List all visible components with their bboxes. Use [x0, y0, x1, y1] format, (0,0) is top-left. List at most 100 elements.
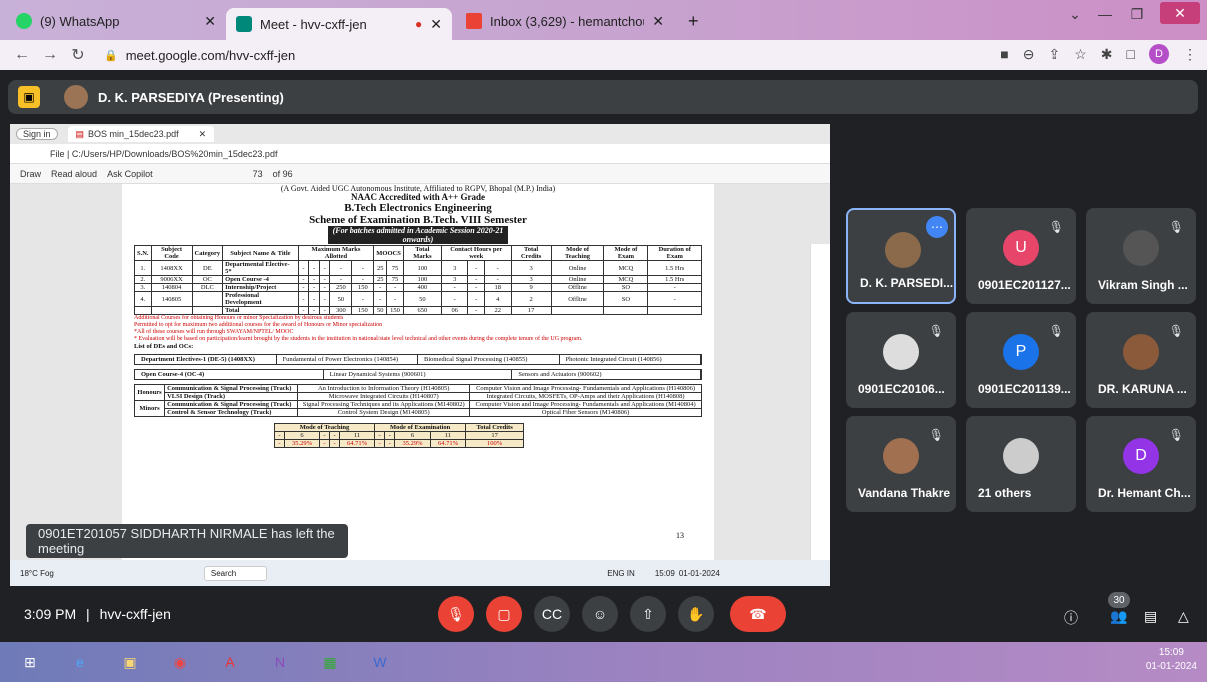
acrobat-icon[interactable]: A [210, 646, 250, 678]
participant-tile[interactable]: P 0901EC201139... 🎙 [966, 312, 1076, 408]
forward-icon[interactable]: → [36, 46, 64, 64]
edge-sidebar [810, 244, 830, 586]
summary-cell: - [374, 431, 386, 440]
raise-hand-button[interactable]: ✋ [678, 596, 714, 632]
bookmark-star-icon[interactable]: ☆ [1074, 46, 1087, 63]
summary-table: Mode of Teaching Mode of Examination Tot… [273, 423, 524, 448]
table-header: Subject Code [150, 245, 193, 261]
participant-tile[interactable]: U 0901EC201127... 🎙 [966, 208, 1076, 304]
presenter-avatar [64, 85, 88, 109]
table-cell: 75 [386, 260, 404, 276]
captions-button[interactable]: CC [534, 596, 570, 632]
shared-search-box: Search [203, 565, 268, 581]
participant-tile[interactable]: Vikram Singh ... 🎙 [1086, 208, 1196, 304]
participant-tile[interactable]: Vandana Thakre 🎙 [846, 416, 956, 512]
participant-tile[interactable]: D Dr. Hemant Ch... 🎙 [1086, 416, 1196, 512]
copilot-tool: Ask Copilot [107, 168, 153, 179]
word-icon[interactable]: W [360, 646, 400, 678]
minimize-button[interactable]: — [1090, 0, 1120, 28]
camera-off-button[interactable]: ▢ [486, 596, 522, 632]
oc-course: Linear Dynamical Systems (900601) [324, 370, 513, 379]
present-screen-icon[interactable]: ▣ [18, 86, 40, 108]
more-icon[interactable]: ⋯ [926, 216, 948, 238]
table-cell: - [297, 283, 310, 292]
table-cell: Open Course -4 [222, 275, 299, 284]
close-icon[interactable]: ✕ [204, 13, 216, 30]
sidepanel-icon[interactable]: □ [1127, 46, 1135, 62]
zoom-icon[interactable]: ⊖ [1023, 46, 1035, 63]
table-cell: - [318, 291, 331, 307]
presenting-bar: ▣ D. K. PARSEDIYA (Presenting) [8, 80, 1198, 114]
people-icon[interactable]: 👥 [1110, 608, 1127, 625]
table-cell: - [467, 260, 485, 276]
track-name: Control & Sensor Technology (Track) [164, 408, 299, 417]
share-icon[interactable]: ⇪ [1049, 46, 1061, 63]
table-cell: Total [222, 306, 299, 315]
shared-taskbar: 18°C Fog Search ENG IN 15:09 01-01-2024 [10, 560, 830, 586]
table-cell: - [308, 306, 320, 315]
close-icon[interactable]: ✕ [652, 13, 664, 30]
table-cell: DLC [191, 283, 224, 292]
table-cell: 18 [483, 283, 512, 292]
store-icon[interactable]: ▦ [310, 646, 350, 678]
ie-icon[interactable]: e [60, 646, 100, 678]
track-name: Communication & Signal Processing (Track… [164, 384, 299, 393]
table-cell: 140805 [150, 291, 193, 307]
url-field[interactable]: 🔒 meet.google.com/hvv-cxff-jen [104, 44, 295, 66]
doc-list-label: List of DEs and OCs: [134, 343, 194, 350]
emoji-button[interactable]: ☺ [582, 596, 618, 632]
maximize-button[interactable]: ❐ [1122, 0, 1152, 28]
presenting-label: D. K. PARSEDIYA (Presenting) [98, 89, 284, 105]
close-window-button[interactable]: ✕ [1160, 2, 1200, 24]
profile-avatar[interactable]: D [1149, 44, 1169, 64]
chat-icon[interactable]: ▤ [1144, 608, 1157, 625]
participant-tile[interactable]: D. K. PARSEDI... ⋯ [846, 208, 956, 304]
avatar [883, 438, 919, 474]
start-button[interactable]: ⊞ [10, 646, 50, 678]
summary-cell: - [318, 439, 331, 448]
table-header: Mode of Teaching [550, 245, 605, 261]
table-cell [550, 306, 605, 315]
doc-line: B.Tech Electronics Engineering [344, 202, 492, 214]
participant-tile[interactable]: DR. KARUNA ... 🎙 [1086, 312, 1196, 408]
chrome-icon[interactable]: ◉ [160, 646, 200, 678]
close-icon: ✕ [198, 128, 207, 139]
table-header: Contact Hours per week [440, 245, 512, 261]
participant-tile[interactable]: 0901EC20106... 🎙 [846, 312, 956, 408]
summary-cell: - [318, 431, 331, 440]
table-cell: 650 [402, 306, 442, 315]
browser-tab-bar: (9) WhatsApp ✕ Meet - hvv-cxff-jen ● ✕ I… [0, 0, 1207, 40]
close-icon[interactable]: ✕ [430, 16, 442, 33]
menu-icon[interactable]: ⋮ [1183, 46, 1197, 63]
oc-box: Open Course-4 (OC-4) Linear Dynamical Sy… [134, 369, 702, 380]
camera-icon[interactable]: ■ [1000, 46, 1008, 62]
extensions-icon[interactable]: ✱ [1101, 46, 1113, 63]
table-cell: - [318, 306, 331, 315]
present-button[interactable]: ⇧ [630, 596, 666, 632]
end-call-button[interactable]: ☎ [730, 596, 786, 632]
table-cell: MCQ [603, 260, 649, 276]
mic-off-button[interactable]: 🎙 [438, 596, 474, 632]
participant-tile[interactable]: 21 others [966, 416, 1076, 512]
tab-meet[interactable]: Meet - hvv-cxff-jen ● ✕ [226, 8, 452, 40]
edge-tab-title: BOS min_15dec23.pdf [88, 129, 179, 139]
file-explorer-icon[interactable]: ▣ [110, 646, 150, 678]
activities-icon[interactable]: △ [1178, 608, 1189, 625]
table-cell: - [308, 283, 320, 292]
tab-whatsapp[interactable]: (9) WhatsApp ✕ [6, 6, 226, 36]
back-icon[interactable]: ← [8, 46, 36, 64]
people-count-badge: 30 [1108, 592, 1130, 608]
whatsapp-icon [16, 13, 32, 29]
tab-gmail[interactable]: Inbox (3,629) - hemantchoubey2 ✕ [456, 6, 674, 36]
table-header: Subject Name & Title [222, 245, 299, 261]
new-tab-button[interactable]: + [678, 6, 709, 36]
info-icon[interactable]: ⓘ [1064, 608, 1078, 628]
doc-note: * Evaluation will be based on participat… [134, 336, 583, 342]
table-cell: OC [191, 275, 224, 284]
tab-search-icon[interactable]: ⌄ [1060, 0, 1090, 28]
recording-icon: ● [415, 17, 423, 31]
table-cell: - [386, 291, 404, 307]
participant-name: 0901EC201127... [978, 278, 1071, 292]
onenote-icon[interactable]: N [260, 646, 300, 678]
reload-icon[interactable]: ↻ [64, 45, 92, 65]
